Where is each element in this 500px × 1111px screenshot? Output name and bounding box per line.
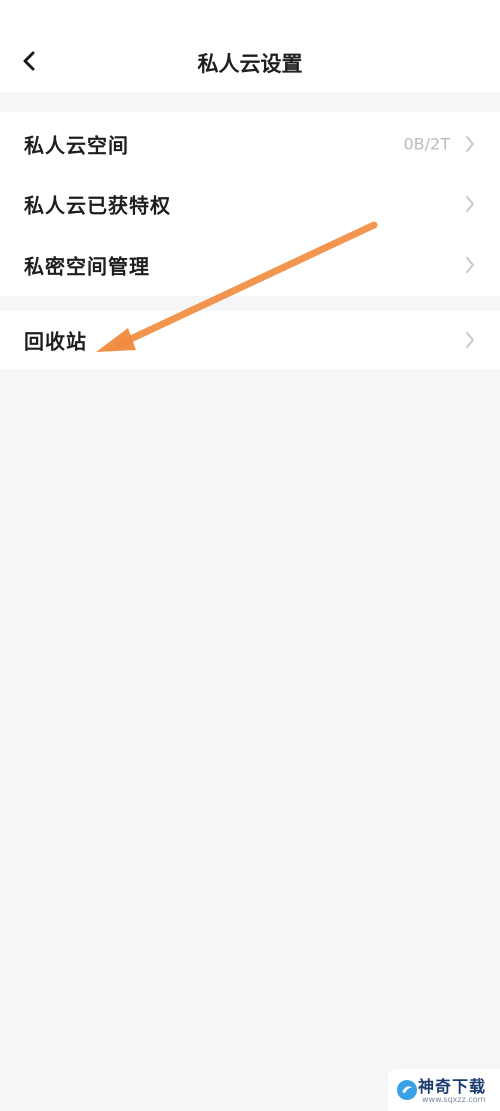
page-title: 私人云设置 xyxy=(197,51,303,76)
row-label: 私密空间管理 xyxy=(24,254,150,279)
watermark-logo-icon xyxy=(397,1080,417,1100)
settings-group-cloud: 私人云空间 0B/2T 私人云已获特权 私密空间管理 xyxy=(0,112,500,296)
row-label: 回收站 xyxy=(24,329,87,354)
row-label: 私人云空间 xyxy=(24,133,129,158)
storage-usage-value: 0B/2T xyxy=(403,134,451,154)
chevron-right-icon xyxy=(466,257,474,273)
watermark-name: 神奇下载 xyxy=(418,1077,487,1096)
row-label: 私人云已获特权 xyxy=(24,193,171,218)
chevron-right-icon xyxy=(466,196,474,212)
top-bar: 私人云设置 xyxy=(0,0,500,92)
chevron-right-icon xyxy=(466,136,474,152)
row-private-cloud-privileges[interactable]: 私人云已获特权 xyxy=(0,174,500,234)
chevron-right-icon xyxy=(466,332,474,348)
row-private-space-management[interactable]: 私密空间管理 xyxy=(0,235,500,295)
watermark: 神奇下载 www.sqxzz.com xyxy=(388,1069,500,1111)
row-recycle-bin[interactable]: 回收站 xyxy=(0,311,500,369)
settings-group-recycle: 回收站 xyxy=(0,311,500,369)
row-private-cloud-space[interactable]: 私人云空间 0B/2T xyxy=(0,114,500,174)
watermark-url: www.sqxzz.com xyxy=(422,1095,486,1104)
